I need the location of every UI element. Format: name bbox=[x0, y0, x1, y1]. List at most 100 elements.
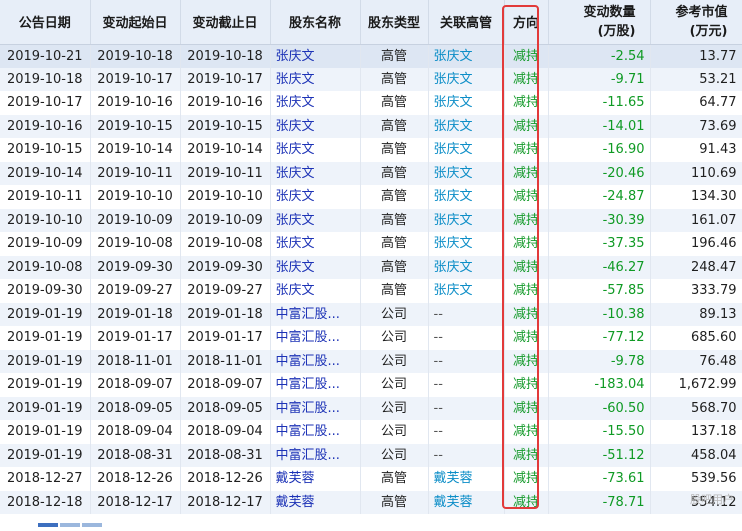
cell-holder-name-link[interactable]: 中富汇股... bbox=[270, 302, 361, 326]
table-row[interactable]: 2019-10-15 2019-10-14 2019-10-14 张庆文 高管 张庆文 减持… bbox=[0, 138, 742, 162]
cell-holder-name-link[interactable]: 中富汇股... bbox=[270, 349, 361, 373]
cell-related-exec-link[interactable]: 戴芙蓉 bbox=[428, 467, 505, 491]
table-row[interactable]: 2018-12-27 2018-12-26 2018-12-26 戴芙蓉 高管 戴芙蓉 减持… bbox=[0, 467, 742, 491]
cell-holder-name-link[interactable]: 张庆文 bbox=[270, 208, 361, 232]
header-change-qty[interactable]: 变动数量 (万股) bbox=[548, 0, 651, 45]
header-change-start[interactable]: 变动起始日 bbox=[90, 0, 181, 45]
cell-direction: 减持 bbox=[504, 232, 549, 256]
cell-holder-name-link[interactable]: 张庆文 bbox=[270, 232, 361, 256]
cell-holder-name-link[interactable]: 张庆文 bbox=[270, 91, 361, 115]
cell-ref-value: 568.70 bbox=[650, 396, 742, 420]
table-row[interactable]: 2019-10-18 2019-10-17 2019-10-17 张庆文 高管 张庆文 减持… bbox=[0, 67, 742, 91]
cell-change-end: 2019-09-27 bbox=[180, 279, 271, 303]
table-row[interactable]: 2019-09-30 2019-09-27 2019-09-27 张庆文 高管 张庆文 减持… bbox=[0, 279, 742, 303]
cell-holder-name-link[interactable]: 张庆文 bbox=[270, 279, 361, 303]
cell-related-exec-link[interactable]: 张庆文 bbox=[428, 44, 505, 68]
cell-change-end: 2019-10-17 bbox=[180, 67, 271, 91]
header-ref-value[interactable]: 参考市值 (万元) bbox=[650, 0, 742, 45]
header-related-exec[interactable]: 关联高管 bbox=[428, 0, 505, 45]
cell-holder-name-link[interactable]: 中富汇股... bbox=[270, 420, 361, 444]
cell-holder-name-link[interactable]: 中富汇股... bbox=[270, 373, 361, 397]
cell-holder-name-link[interactable]: 中富汇股... bbox=[270, 396, 361, 420]
cell-change-start: 2019-10-15 bbox=[90, 114, 181, 138]
cell-change-end: 2018-09-04 bbox=[180, 420, 271, 444]
cell-change-end: 2019-10-09 bbox=[180, 208, 271, 232]
cell-holder-name-link[interactable]: 中富汇股... bbox=[270, 326, 361, 350]
cell-ref-value: 248.47 bbox=[650, 255, 742, 279]
table-row[interactable]: 2019-01-19 2018-09-04 2018-09-04 中富汇股... 公司 -… bbox=[0, 420, 742, 444]
table-row[interactable]: 2019-01-19 2019-01-18 2019-01-18 中富汇股... 公司 -… bbox=[0, 302, 742, 326]
cell-change-end: 2019-01-17 bbox=[180, 326, 271, 350]
cell-change-start: 2018-12-17 bbox=[90, 490, 181, 514]
cell-holder-name-link[interactable]: 戴芙蓉 bbox=[270, 467, 361, 491]
table-row[interactable]: 2019-10-14 2019-10-11 2019-10-11 张庆文 高管 张庆文 减持… bbox=[0, 161, 742, 185]
cell-related-exec-link[interactable]: 张庆文 bbox=[428, 161, 505, 185]
header-direction[interactable]: 方向 bbox=[504, 0, 549, 45]
cell-change-start: 2019-10-11 bbox=[90, 161, 181, 185]
cell-holder-name-link[interactable]: 张庆文 bbox=[270, 161, 361, 185]
header-holder-name[interactable]: 股东名称 bbox=[270, 0, 361, 45]
table-row[interactable]: 2019-10-16 2019-10-15 2019-10-15 张庆文 高管 张庆文 减持… bbox=[0, 114, 742, 138]
cell-change-qty: -30.39 bbox=[548, 208, 651, 232]
header-announce-date[interactable]: 公告日期 bbox=[0, 0, 91, 45]
cell-announce-date: 2018-12-27 bbox=[0, 467, 91, 491]
cell-direction: 减持 bbox=[504, 161, 549, 185]
cell-holder-name-link[interactable]: 中富汇股... bbox=[270, 443, 361, 467]
table-row[interactable]: 2019-01-19 2018-09-05 2018-09-05 中富汇股... 公司 -… bbox=[0, 396, 742, 420]
cell-holder-name-link[interactable]: 张庆文 bbox=[270, 138, 361, 162]
pager-indicator[interactable] bbox=[38, 512, 128, 527]
table-row[interactable]: 2019-10-17 2019-10-16 2019-10-16 张庆文 高管 张庆文 减持… bbox=[0, 91, 742, 115]
cell-change-start: 2019-09-27 bbox=[90, 279, 181, 303]
cell-change-start: 2019-10-08 bbox=[90, 232, 181, 256]
cell-ref-value: 13.77 bbox=[650, 44, 742, 68]
cell-announce-date: 2019-01-19 bbox=[0, 396, 91, 420]
cell-holder-type: 公司 bbox=[360, 302, 429, 326]
cell-change-qty: -46.27 bbox=[548, 255, 651, 279]
cell-related-exec-link[interactable]: 张庆文 bbox=[428, 91, 505, 115]
cell-announce-date: 2019-01-19 bbox=[0, 373, 91, 397]
table-row[interactable]: 2019-01-19 2018-09-07 2018-09-07 中富汇股... 公司 -… bbox=[0, 373, 742, 397]
table-row[interactable]: 2019-10-21 2019-10-18 2019-10-18 张庆文 高管 张庆文 减持… bbox=[0, 44, 742, 68]
cell-change-start: 2019-09-30 bbox=[90, 255, 181, 279]
cell-related-exec-link[interactable]: 张庆文 bbox=[428, 67, 505, 91]
cell-change-qty: -10.38 bbox=[548, 302, 651, 326]
cell-related-exec-link[interactable]: 张庆文 bbox=[428, 255, 505, 279]
cell-holder-name-link[interactable]: 张庆文 bbox=[270, 114, 361, 138]
cell-related-exec-link[interactable]: 张庆文 bbox=[428, 208, 505, 232]
table-row[interactable]: 2019-01-19 2018-08-31 2018-08-31 中富汇股... 公司 -… bbox=[0, 443, 742, 467]
cell-holder-type: 高管 bbox=[360, 255, 429, 279]
header-ref-value-line1: 参考市值 bbox=[675, 4, 728, 20]
cell-ref-value: 161.07 bbox=[650, 208, 742, 232]
table-row[interactable]: 2019-10-09 2019-10-08 2019-10-08 张庆文 高管 张庆文 减持… bbox=[0, 232, 742, 256]
table-row[interactable]: 2019-10-08 2019-09-30 2019-09-30 张庆文 高管 张庆文 减持… bbox=[0, 255, 742, 279]
cell-holder-name-link[interactable]: 张庆文 bbox=[270, 185, 361, 209]
cell-related-exec-link[interactable]: 张庆文 bbox=[428, 279, 505, 303]
cell-related-exec-link[interactable]: 张庆文 bbox=[428, 138, 505, 162]
cell-holder-name-link[interactable]: 张庆文 bbox=[270, 255, 361, 279]
table-row[interactable]: 2018-12-18 2018-12-17 2018-12-17 戴芙蓉 高管 戴芙蓉 减持… bbox=[0, 490, 742, 514]
cell-holder-name-link[interactable]: 戴芙蓉 bbox=[270, 490, 361, 514]
table-row[interactable]: 2019-01-19 2018-11-01 2018-11-01 中富汇股... 公司 -… bbox=[0, 349, 742, 373]
cell-related-exec-link: -- bbox=[428, 396, 505, 420]
cell-related-exec-link[interactable]: 张庆文 bbox=[428, 114, 505, 138]
table-row[interactable]: 2019-10-11 2019-10-10 2019-10-10 张庆文 高管 张庆文 减持… bbox=[0, 185, 742, 209]
table-row[interactable]: 2019-01-19 2019-01-17 2019-01-17 中富汇股... 公司 -… bbox=[0, 326, 742, 350]
cell-announce-date: 2019-01-19 bbox=[0, 302, 91, 326]
cell-announce-date: 2018-12-18 bbox=[0, 490, 91, 514]
cell-holder-name-link[interactable]: 张庆文 bbox=[270, 44, 361, 68]
cell-related-exec-link[interactable]: 张庆文 bbox=[428, 232, 505, 256]
cell-holder-type: 公司 bbox=[360, 326, 429, 350]
header-holder-type[interactable]: 股东类型 bbox=[360, 0, 429, 45]
cell-holder-type: 公司 bbox=[360, 396, 429, 420]
cell-holder-type: 公司 bbox=[360, 373, 429, 397]
cell-direction: 减持 bbox=[504, 185, 549, 209]
cell-announce-date: 2019-01-19 bbox=[0, 420, 91, 444]
cell-change-start: 2019-01-17 bbox=[90, 326, 181, 350]
cell-related-exec-link[interactable]: 戴芙蓉 bbox=[428, 490, 505, 514]
cell-holder-name-link[interactable]: 张庆文 bbox=[270, 67, 361, 91]
table-row[interactable]: 2019-10-10 2019-10-09 2019-10-09 张庆文 高管 张庆文 减持… bbox=[0, 208, 742, 232]
header-change-end[interactable]: 变动截止日 bbox=[180, 0, 271, 45]
cell-related-exec-link[interactable]: 张庆文 bbox=[428, 185, 505, 209]
cell-change-start: 2019-10-14 bbox=[90, 138, 181, 162]
header-change-qty-line2: (万股) bbox=[597, 23, 636, 39]
